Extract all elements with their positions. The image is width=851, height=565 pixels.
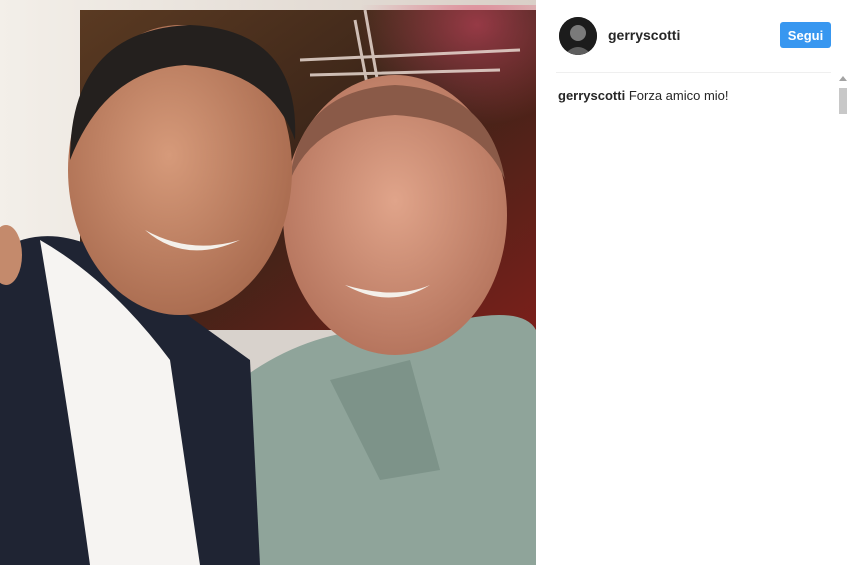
caption-comment: gerryscotti Forza amico mio!	[558, 87, 838, 105]
caption-username[interactable]: gerryscotti	[558, 88, 625, 103]
scroll-up-arrow-icon[interactable]	[839, 76, 847, 81]
follow-button[interactable]: Segui	[780, 22, 831, 48]
avatar-icon	[559, 17, 597, 55]
header-divider	[556, 72, 831, 73]
post-photo[interactable]	[0, 0, 536, 565]
comments-scrollbar[interactable]	[837, 72, 849, 565]
post-header: gerryscotti Segui	[536, 0, 851, 72]
avatar[interactable]	[559, 17, 597, 55]
scroll-thumb[interactable]	[839, 88, 847, 114]
selfie-illustration	[0, 0, 536, 565]
comment-list: gerryscotti Forza amico mio!	[558, 87, 838, 105]
post-sidebar: gerryscotti Segui gerryscotti Forza amic…	[536, 0, 851, 565]
author-username[interactable]: gerryscotti	[608, 27, 680, 43]
caption-text: Forza amico mio!	[628, 88, 729, 103]
